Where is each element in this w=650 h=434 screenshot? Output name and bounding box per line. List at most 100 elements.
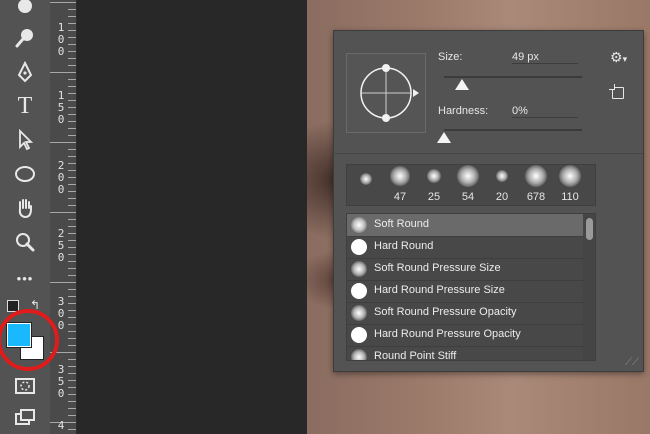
hard-brush-icon [351, 327, 367, 343]
brush-angle-preview[interactable] [346, 53, 426, 133]
brush-tool-icon[interactable] [8, 24, 42, 52]
ellipse-tool-icon[interactable] [8, 160, 42, 188]
brush-list-item[interactable]: Hard Round Pressure Opacity [347, 324, 583, 347]
ruler-tick [68, 30, 76, 31]
ruler-tick [68, 86, 76, 87]
highlight-ring [0, 309, 59, 371]
preset-swatch[interactable] [349, 165, 383, 205]
quick-mask-icon[interactable] [8, 372, 42, 400]
ruler-tick [68, 114, 76, 115]
hand-tool-icon[interactable] [8, 194, 42, 222]
brush-list-item[interactable]: Round Point Stiff [347, 346, 583, 360]
ruler-tick [68, 65, 76, 66]
ruler-tick [68, 93, 76, 94]
soft-brush-icon [351, 217, 367, 233]
ruler-tick [68, 415, 76, 416]
preset-size-label: 678 [526, 191, 546, 203]
ruler-tick [68, 100, 76, 101]
preset-swatch[interactable]: 47 [383, 165, 417, 205]
hardness-slider-track[interactable] [444, 129, 582, 131]
ruler-tick [68, 275, 76, 276]
ruler-tick [68, 254, 76, 255]
ruler-tick [68, 37, 76, 38]
pen-tool-icon[interactable] [8, 58, 42, 86]
ruler-label: 1 5 0 [57, 89, 65, 126]
brush-list-item[interactable]: Hard Round Pressure Size [347, 280, 583, 303]
brush-list-item[interactable]: Soft Round Pressure Size [347, 258, 583, 281]
hard-brush-icon [351, 283, 367, 299]
hardness-value[interactable]: 0% [512, 105, 578, 118]
size-slider-thumb[interactable] [455, 79, 470, 90]
more-tools-icon[interactable]: ••• [8, 264, 42, 292]
ruler-tick [68, 107, 76, 108]
ruler-tick [68, 23, 76, 24]
ruler-tick [68, 394, 76, 395]
preset-size-label: 20 [495, 191, 509, 203]
ruler-tick [68, 247, 76, 248]
preset-size-label: 54 [461, 191, 475, 203]
ruler-tick [68, 16, 76, 17]
ruler-tick [68, 268, 76, 269]
new-preset-icon[interactable] [609, 84, 624, 99]
type-tool-glyph: T [17, 92, 33, 119]
ruler-label: 2 0 0 [57, 159, 65, 196]
ruler-tick [68, 51, 76, 52]
ruler-tick [68, 128, 76, 129]
ruler-tick [50, 142, 76, 143]
preset-size-label: 25 [427, 191, 441, 203]
ruler-tick [50, 212, 76, 213]
ruler-tick [68, 317, 76, 318]
brush-list: Soft Round Hard Round Soft Round Pressur… [346, 213, 596, 361]
zoom-tool-icon[interactable] [8, 228, 42, 256]
preset-size-label: 110 [561, 191, 579, 203]
ruler-label: 2 5 0 [57, 227, 65, 264]
gear-icon[interactable]: ⚙▾ [610, 49, 627, 66]
ruler-tick [68, 163, 76, 164]
soft-brush-icon [351, 349, 367, 360]
path-selection-icon[interactable] [8, 126, 42, 154]
ruler-tick [68, 408, 76, 409]
brush-preset-picker: Size: 49 px Hardness: 0% ⚙▾ 47 25 54 20 … [333, 30, 644, 372]
ruler-tick [68, 191, 76, 192]
size-value[interactable]: 49 px [512, 51, 578, 64]
ruler-tick [68, 79, 76, 80]
ruler-tick [68, 135, 76, 136]
ruler-tick [68, 149, 76, 150]
preset-swatch[interactable]: 20 [485, 165, 519, 205]
hard-brush-icon [351, 239, 367, 255]
resize-grip-icon[interactable]: ⟋⟋ [625, 357, 639, 368]
ellipse-partial-icon[interactable] [8, 0, 42, 20]
brush-list-item[interactable]: Hard Round [347, 236, 583, 259]
brush-list-scrollbar[interactable] [583, 214, 595, 360]
preset-swatch[interactable]: 54 [451, 165, 485, 205]
type-tool-icon[interactable]: T [8, 92, 42, 120]
ruler-label: 3 0 0 [57, 295, 65, 332]
ruler-tick [68, 366, 76, 367]
preset-swatch[interactable]: 110 [553, 165, 587, 205]
brush-list-item[interactable]: Soft Round Pressure Opacity [347, 302, 583, 325]
soft-brush-icon [351, 305, 367, 321]
panel-divider [334, 153, 643, 154]
ruler-tick [68, 184, 76, 185]
preset-swatch[interactable]: 25 [417, 165, 451, 205]
screen-mode-icon[interactable] [8, 404, 42, 432]
ruler-tick [68, 387, 76, 388]
scrollbar-thumb[interactable] [586, 218, 593, 240]
ruler-tick [68, 303, 76, 304]
hardness-label: Hardness: [438, 105, 489, 117]
ruler-tick [68, 310, 76, 311]
ruler-label: 4 [57, 419, 65, 432]
size-slider-track[interactable] [444, 76, 582, 78]
ruler-label: 3 5 0 [57, 363, 65, 400]
soft-brush-icon [351, 261, 367, 277]
preset-swatch[interactable]: 678 [519, 165, 553, 205]
size-label: Size: [438, 51, 463, 63]
brush-list-item[interactable]: Soft Round [347, 214, 583, 237]
ruler-tick [68, 401, 76, 402]
ruler-tick [68, 296, 76, 297]
ruler-tick [50, 72, 76, 73]
more-tools-glyph: ••• [16, 270, 34, 286]
hardness-slider-thumb[interactable] [437, 132, 451, 143]
recent-brushes-row: 47 25 54 20 678 110 [346, 164, 596, 206]
ruler-tick [68, 373, 76, 374]
